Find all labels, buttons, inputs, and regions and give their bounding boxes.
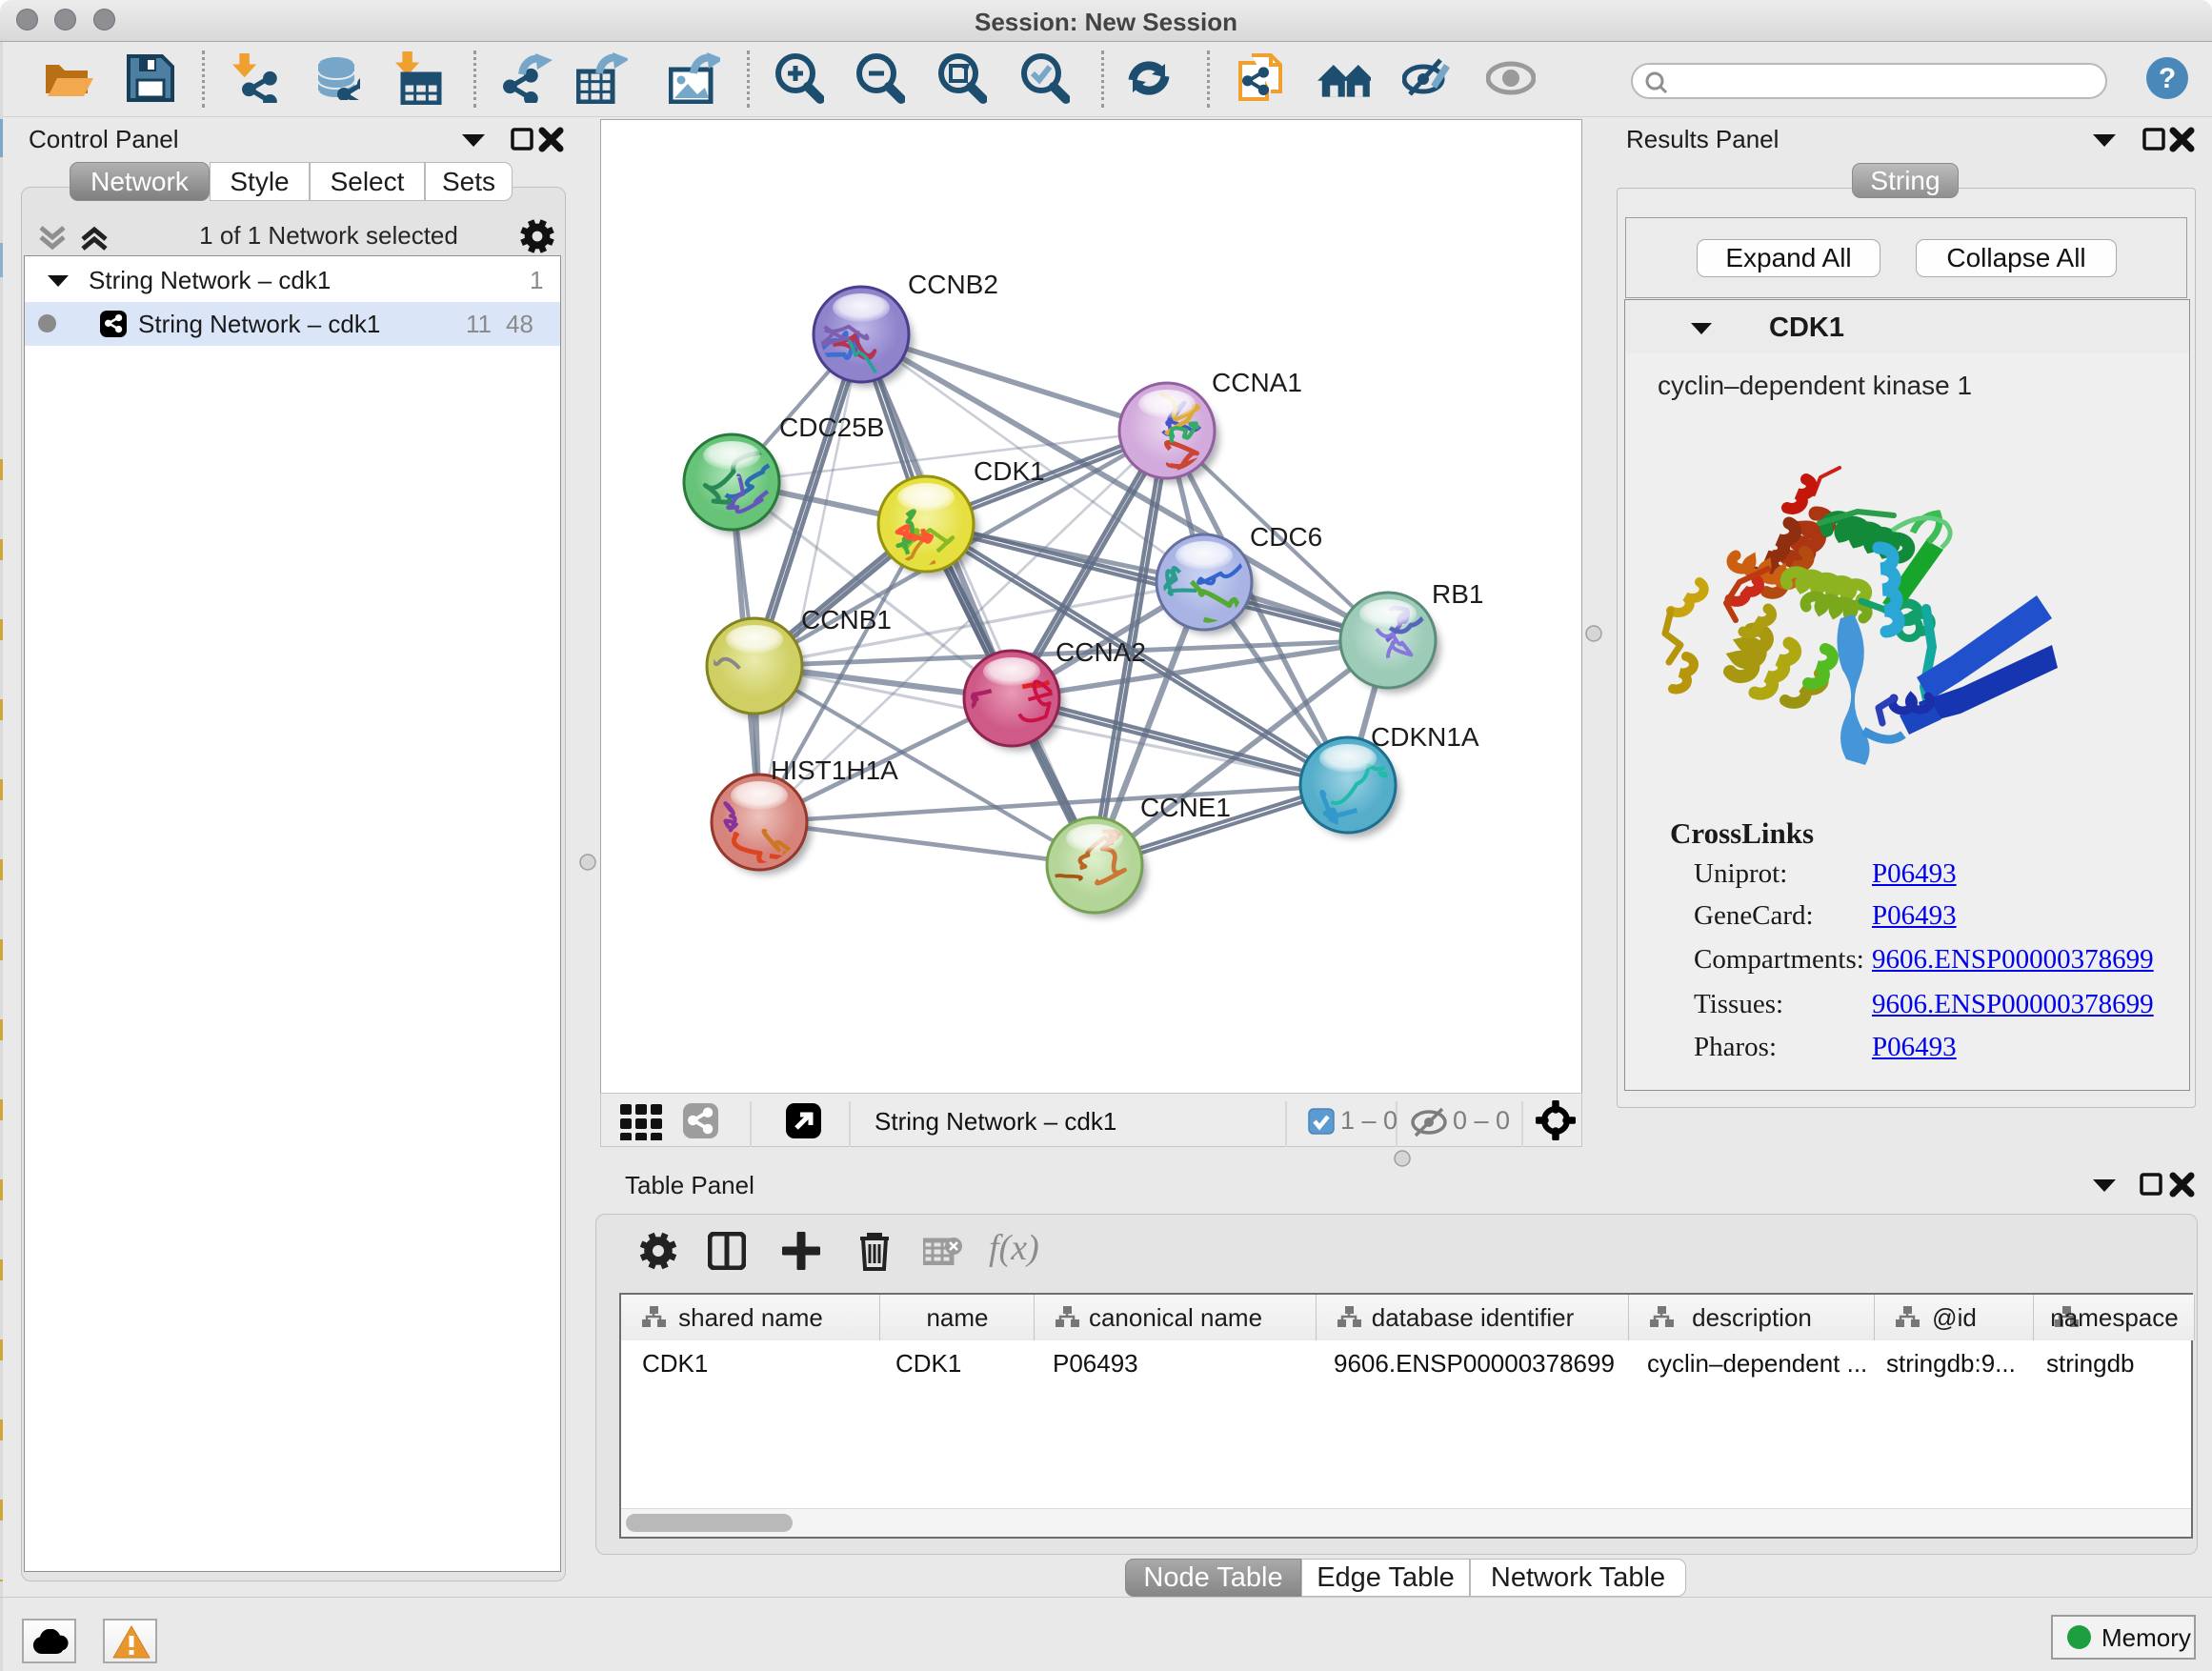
svg-text:CDKN1A: CDKN1A — [1371, 722, 1479, 752]
svg-text:CDC6: CDC6 — [1250, 522, 1322, 552]
svg-text:CCNE1: CCNE1 — [1140, 793, 1231, 822]
svg-text:CCNB1: CCNB1 — [801, 605, 892, 634]
svg-text:CCNB2: CCNB2 — [908, 270, 998, 299]
svg-text:CDC25B: CDC25B — [779, 413, 884, 442]
svg-text:CCNA1: CCNA1 — [1212, 368, 1302, 397]
svg-text:HIST1H1A: HIST1H1A — [771, 755, 898, 785]
svg-text:CDK1: CDK1 — [974, 456, 1045, 486]
svg-text:?: ? — [2159, 63, 2176, 94]
svg-text:RB1: RB1 — [1432, 579, 1483, 609]
svg-text:CCNA2: CCNA2 — [1056, 637, 1146, 667]
